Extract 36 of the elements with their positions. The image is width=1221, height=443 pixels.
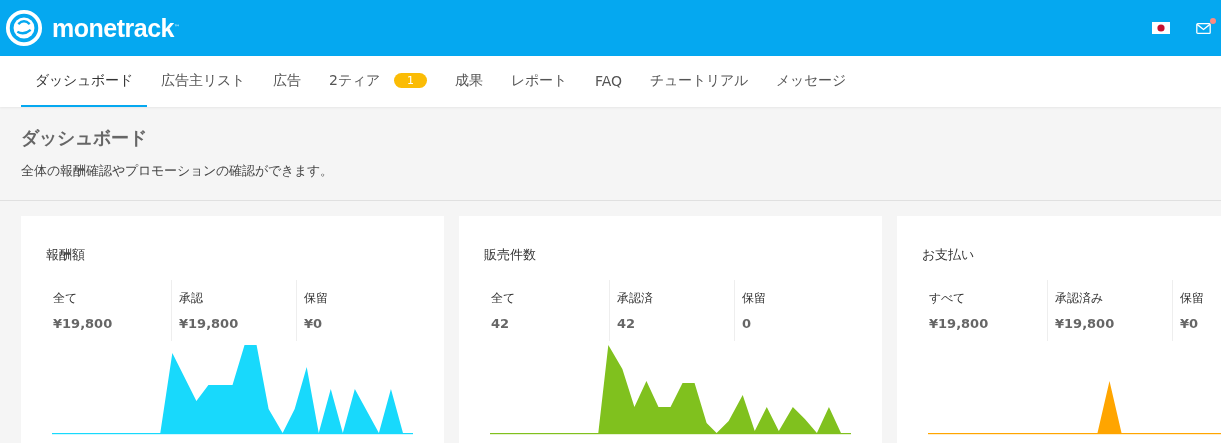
stat-value: 42 <box>491 316 511 331</box>
nav-tab[interactable]: レポート <box>496 56 581 107</box>
stat-value: 42 <box>617 316 637 331</box>
stat-value: ¥19,800 <box>53 316 114 331</box>
page-description: 全体の報酬確認やプロモーションの確認ができます。 <box>21 162 334 180</box>
stat-label: 保留 <box>1180 290 1205 307</box>
logo-icon[interactable] <box>5 9 43 47</box>
stat-label: 全て <box>491 290 516 307</box>
stat-label: 保留 <box>742 290 767 307</box>
stat-value: 0 <box>742 316 753 331</box>
stat-value: ¥0 <box>304 316 324 331</box>
stat-label: 承認済み <box>1055 290 1104 307</box>
nav-tab[interactable]: ダッシュボード <box>21 56 147 107</box>
mail-icon[interactable] <box>1196 22 1211 34</box>
nav-tab[interactable]: チュートリアル <box>636 56 763 107</box>
stat-label: 承認 <box>179 290 204 307</box>
stat-label: 保留 <box>304 290 329 307</box>
count-badge: 1 <box>393 73 427 88</box>
stat-value: ¥19,800 <box>1055 316 1116 331</box>
nav-tab[interactable]: メッセージ <box>762 56 861 107</box>
stat-label: 承認済 <box>617 290 654 307</box>
stat-label: 全て <box>53 290 78 307</box>
nav-tab[interactable]: 広告 <box>259 56 315 107</box>
stat-value: ¥0 <box>1180 316 1200 331</box>
card-title: 販売件数 <box>484 246 537 264</box>
nav-tab[interactable]: 成果 <box>440 56 497 107</box>
card-title: 報酬額 <box>46 246 86 264</box>
nav-tab[interactable]: FAQ <box>580 56 637 107</box>
card-title: お支払い <box>922 246 975 264</box>
stat-value: ¥19,800 <box>179 316 240 331</box>
stat-value: ¥19,800 <box>929 316 990 331</box>
flag-icon[interactable] <box>1152 22 1170 34</box>
nav-tab[interactable]: 広告主リスト <box>147 56 259 107</box>
stat-label: すべて <box>929 290 966 307</box>
page-title: ダッシュボード <box>21 126 148 150</box>
nav-tab[interactable]: 2ティア 1 <box>315 56 441 107</box>
